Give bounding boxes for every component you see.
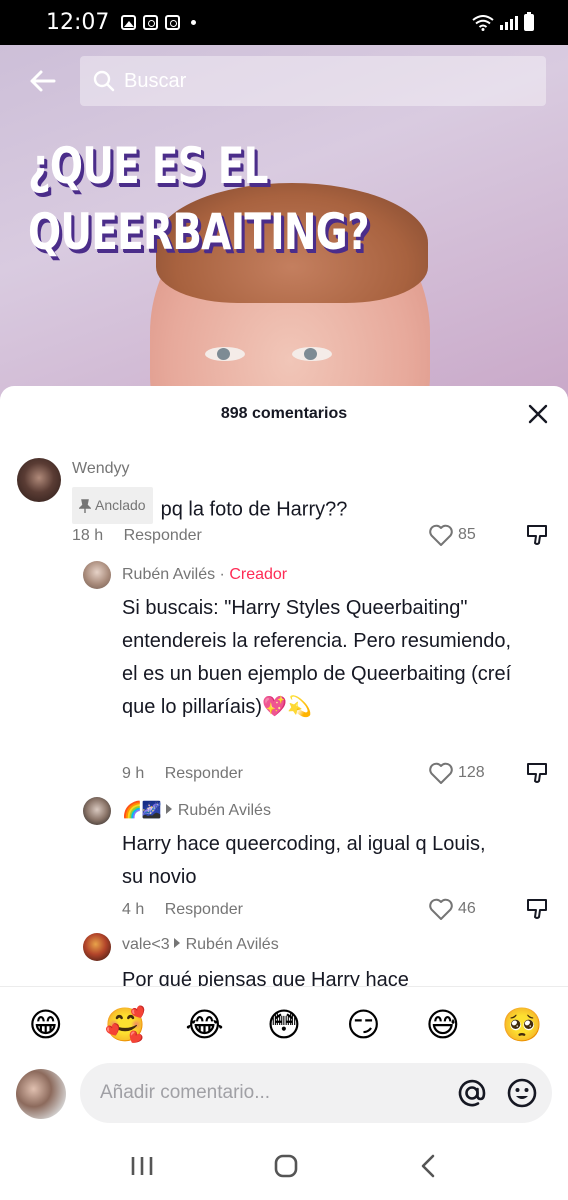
video-title-line-2: QUEERBAITING? <box>28 203 370 261</box>
emoji-smirk-button[interactable]: 😏 <box>339 1003 387 1047</box>
comment-count: 898 comentarios <box>220 405 348 422</box>
pinned-label: Anclado <box>95 497 146 513</box>
instagram-notification-icon-2 <box>165 15 181 30</box>
comment-time: 4 h <box>122 901 145 918</box>
creator-badge: Creador <box>229 566 288 583</box>
reply-arrow-icon <box>165 804 172 814</box>
like-button[interactable]: 46 <box>428 897 476 921</box>
recent-apps-icon[interactable] <box>129 1155 155 1177</box>
dislike-icon[interactable] <box>525 761 549 785</box>
mention-icon[interactable] <box>456 1077 488 1109</box>
comment-body: Anclado pq la foto de Harry?? <box>72 487 492 527</box>
reply-to-user: Rubén Avilés <box>177 802 271 819</box>
like-button[interactable]: 128 <box>428 761 485 785</box>
comment-meta: 9 h Responder <box>122 765 243 783</box>
system-nav-bar <box>0 1132 568 1200</box>
like-button[interactable]: 85 <box>428 523 476 547</box>
avatar[interactable] <box>83 933 111 961</box>
gallery-notification-icon <box>121 15 137 30</box>
instagram-notification-icon <box>143 15 159 30</box>
home-icon[interactable] <box>273 1153 299 1179</box>
dislike-icon[interactable] <box>525 897 549 921</box>
status-right <box>472 12 534 31</box>
comment-text: Si buscais: "Harry Styles Queerbaiting" … <box>122 597 512 718</box>
more-notifications-icon <box>191 20 197 25</box>
comment-time: 9 h <box>122 765 145 782</box>
comment-text: Harry hace queercoding, al igual q Louis… <box>122 833 486 888</box>
arrow-left-icon <box>30 70 56 92</box>
avatar[interactable] <box>17 458 61 502</box>
video-preview[interactable]: ¿QUE ES EL QUEERBAITING? Buscar <box>0 45 568 405</box>
search-placeholder: Buscar <box>124 69 187 92</box>
avatar[interactable] <box>83 561 111 589</box>
like-count: 46 <box>458 900 476 917</box>
pinned-badge: Anclado <box>72 487 153 524</box>
comment-meta: 4 h Responder <box>122 901 243 919</box>
emoji-hearts-button[interactable]: 🥰 <box>101 1003 149 1047</box>
input-icons <box>456 1077 538 1109</box>
comment-username-text: 🌈🌌 <box>122 802 162 819</box>
emoji-pleading-button[interactable]: 🥺 <box>498 1003 546 1047</box>
comment-input[interactable]: Añadir comentario... <box>80 1063 552 1123</box>
emoji-sweat-smile-button[interactable]: 😅 <box>419 1003 467 1047</box>
reply-to-user: Rubén Avilés <box>185 936 279 953</box>
emoji-icon[interactable] <box>506 1077 538 1109</box>
heart-icon <box>429 762 453 784</box>
avatar[interactable] <box>83 797 111 825</box>
comments-sheet: 898 comentarios Wendyy Anclado pq la fot… <box>0 386 568 986</box>
search-input[interactable]: Buscar <box>80 56 546 106</box>
signal-icon <box>500 15 518 30</box>
close-icon[interactable] <box>526 402 550 426</box>
emoji-joy-button[interactable]: 😂 <box>181 1003 229 1047</box>
battery-icon <box>524 12 534 31</box>
left-eye <box>205 347 245 361</box>
video-title-overlay: ¿QUE ES EL QUEERBAITING? <box>28 133 408 265</box>
search-icon <box>93 70 115 92</box>
comment-meta: 18 h Responder <box>72 527 202 545</box>
comment-text: Por qué piensas que Harry hace <box>122 969 409 986</box>
comment-username-text: Rubén Avilés <box>122 566 216 583</box>
reply-button[interactable]: Responder <box>165 765 243 782</box>
comment-username-text: vale<3 <box>122 936 170 953</box>
comment-username[interactable]: 🌈🌌 Rubén Avilés <box>122 800 271 820</box>
reply-button[interactable]: Responder <box>165 901 243 918</box>
right-eye <box>292 347 332 361</box>
comment-composer: 😁 🥰 😂 😳 😏 😅 🥺 Añadir comentario... <box>0 986 568 1126</box>
like-count: 128 <box>458 764 485 781</box>
back-button[interactable] <box>22 63 62 99</box>
comment-username[interactable]: Rubén Avilés · Creador <box>122 566 287 584</box>
heart-icon <box>429 524 453 546</box>
reply-button[interactable]: Responder <box>124 527 202 544</box>
status-time: 12:07 <box>46 10 110 35</box>
comment-text: pq la foto de Harry?? <box>160 498 348 521</box>
heart-icon <box>429 898 453 920</box>
screen: 12:07 ¿QUE ES EL QUEERBAITING? Buscar 89… <box>0 0 568 1200</box>
back-nav-icon[interactable] <box>417 1153 439 1179</box>
comment-username[interactable]: vale<3 Rubén Avilés <box>122 936 279 954</box>
emoji-grin-button[interactable]: 😁 <box>22 1003 70 1047</box>
comment-time: 18 h <box>72 527 104 544</box>
reply-arrow-icon <box>173 938 180 948</box>
status-bar: 12:07 <box>0 0 568 45</box>
notification-icons <box>121 15 197 30</box>
my-avatar[interactable] <box>16 1069 66 1119</box>
pin-icon <box>79 498 91 513</box>
comments-header: 898 comentarios <box>0 386 568 442</box>
emoji-row: 😁 🥰 😂 😳 😏 😅 🥺 <box>0 1003 568 1047</box>
wifi-icon <box>472 14 494 31</box>
username-separator: · <box>215 566 230 583</box>
like-count: 85 <box>458 526 476 543</box>
video-title-line-1: ¿QUE ES EL <box>28 137 268 195</box>
dislike-icon[interactable] <box>525 523 549 547</box>
comment-username[interactable]: Wendyy <box>72 460 130 478</box>
emoji-flushed-button[interactable]: 😳 <box>260 1003 308 1047</box>
comment-input-placeholder: Añadir comentario... <box>100 1082 271 1103</box>
